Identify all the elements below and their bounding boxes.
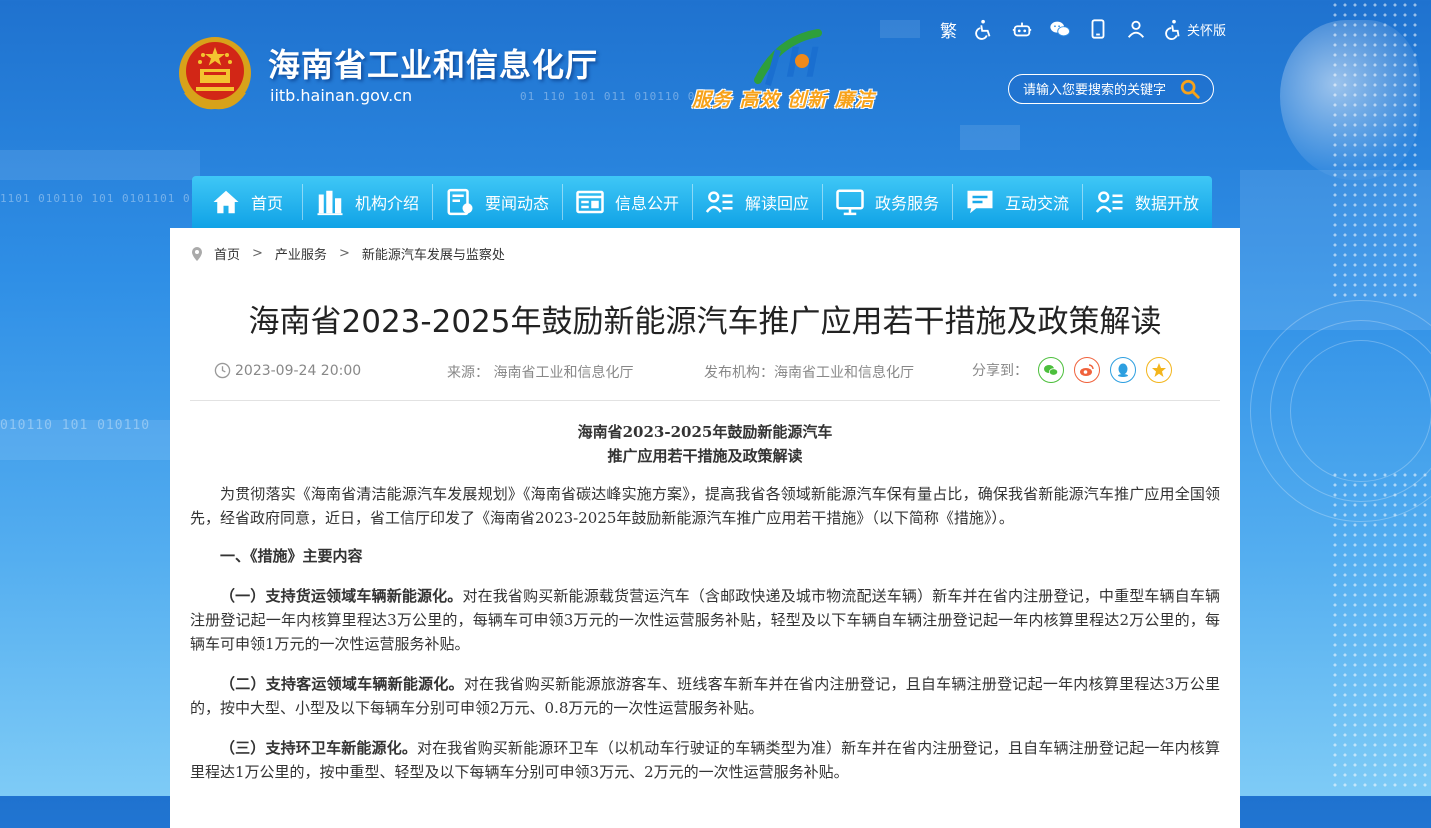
nav-interpretation-label: 解读回应 bbox=[744, 194, 809, 213]
nav-gov-services[interactable]: 政务服务 bbox=[822, 176, 952, 228]
breadcrumb-separator: > bbox=[338, 246, 350, 261]
chat-icon bbox=[967, 190, 993, 214]
wechat-icon bbox=[1044, 365, 1059, 376]
robot-icon[interactable] bbox=[1011, 18, 1033, 40]
publisher-label: 发布机构： bbox=[704, 365, 774, 381]
nav-data-open[interactable]: 数据开放 bbox=[1082, 176, 1212, 228]
nav-news-label: 要闻动态 bbox=[484, 194, 549, 213]
nav-home[interactable]: 首页 bbox=[192, 176, 302, 228]
data-icon bbox=[1095, 191, 1123, 213]
traditional-chinese-toggle[interactable]: 繁 bbox=[940, 17, 957, 42]
monitor-icon bbox=[836, 189, 864, 216]
breadcrumb-current-dept[interactable]: 新能源汽车发展与监察处 bbox=[362, 244, 505, 263]
share-bar: 分享到： bbox=[972, 357, 1172, 383]
measure-paragraph-2: （二）支持客运领域车辆新能源化。对在我省购买新能源旅游客车、班线客车新车并在省内… bbox=[190, 672, 1220, 720]
share-qzone-button[interactable] bbox=[1146, 357, 1172, 383]
wechat-icon[interactable] bbox=[1049, 18, 1071, 40]
measure-3-heading: （三）支持环卫车新能源化。 bbox=[220, 739, 417, 757]
measure-2-heading: （二）支持客运领域车辆新能源化。 bbox=[220, 675, 464, 693]
share-label: 分享到： bbox=[972, 363, 1028, 379]
publisher-value: 海南省工业和信息化厅 bbox=[774, 365, 914, 381]
nav-home-label: 首页 bbox=[250, 194, 283, 213]
info-icon bbox=[576, 190, 604, 214]
news-icon bbox=[447, 188, 473, 216]
breadcrumb-home[interactable]: 首页 bbox=[214, 244, 240, 263]
nav-interaction-label: 互动交流 bbox=[1004, 194, 1069, 213]
main-navigation: 首页 机构介绍 要闻动态 信息公开 解读回应 政务服务 互动交流 数据开放 bbox=[192, 176, 1212, 228]
nav-organization-label: 机构介绍 bbox=[354, 194, 419, 213]
search-icon[interactable] bbox=[1179, 78, 1201, 100]
nav-gov-services-label: 政务服务 bbox=[874, 194, 939, 213]
care-mode-icon bbox=[1165, 19, 1180, 40]
breadcrumb-industry-services[interactable]: 产业服务 bbox=[275, 244, 327, 263]
article-title: 海南省2023-2025年鼓励新能源汽车推广应用若干措施及政策解读 bbox=[248, 304, 1162, 340]
department-slogan: 服务 高效 创新 廉洁 bbox=[692, 89, 875, 111]
top-utility-bar: 繁 关怀版 bbox=[940, 16, 1242, 42]
measure-1-heading: （一）支持货运领域车辆新能源化。 bbox=[220, 587, 463, 605]
source-label: 来源： bbox=[447, 365, 489, 381]
interpret-icon bbox=[705, 191, 733, 213]
article-body: 海南省2023-2025年鼓励新能源汽车 推广应用若干措施及政策解读 为贯彻落实… bbox=[190, 420, 1220, 784]
article-subtitle-line1: 海南省2023-2025年鼓励新能源汽车 bbox=[577, 423, 833, 441]
clock-icon bbox=[214, 362, 231, 379]
search-box bbox=[1008, 74, 1214, 104]
publish-date-value: 2023-09-24 20:00 bbox=[235, 362, 362, 379]
mobile-icon[interactable] bbox=[1087, 18, 1109, 40]
article-meta: 2023-09-24 20:00 来源： 海南省工业和信息化厅 发布机构： 海南… bbox=[214, 357, 1174, 386]
share-wechat-button[interactable] bbox=[1038, 357, 1064, 383]
nav-data-open-label: 数据开放 bbox=[1134, 194, 1199, 213]
weibo-icon bbox=[1080, 364, 1094, 376]
location-pin-icon bbox=[192, 246, 202, 261]
nav-interpretation[interactable]: 解读回应 bbox=[692, 176, 822, 228]
share-weibo-button[interactable] bbox=[1074, 357, 1100, 383]
home-icon bbox=[213, 190, 239, 214]
source-value: 海南省工业和信息化厅 bbox=[493, 365, 634, 381]
nav-interaction[interactable]: 互动交流 bbox=[952, 176, 1082, 228]
measure-paragraph-3: （三）支持环卫车新能源化。对在我省购买新能源环卫车（以机动车行驶证的车辆类型为准… bbox=[190, 736, 1220, 784]
breadcrumb: 首页 > 产业服务 > 新能源汽车发展与监察处 bbox=[190, 244, 505, 263]
accessibility-icon[interactable] bbox=[973, 18, 995, 40]
article-subtitle-line2: 推广应用若干措施及政策解读 bbox=[607, 447, 803, 465]
share-qq-button[interactable] bbox=[1110, 357, 1136, 383]
publish-date: 2023-09-24 20:00 bbox=[214, 362, 361, 379]
nav-info-disclosure[interactable]: 信息公开 bbox=[562, 176, 692, 228]
qzone-star-icon bbox=[1152, 363, 1166, 377]
meta-divider bbox=[190, 400, 1220, 401]
user-icon[interactable] bbox=[1125, 18, 1147, 40]
qq-icon bbox=[1118, 363, 1128, 377]
site-title: 海南省工业和信息化厅 bbox=[268, 46, 599, 84]
care-mode-label: 关怀版 bbox=[1187, 23, 1227, 39]
measure-paragraph-1: （一）支持货运领域车辆新能源化。对在我省购买新能源载货营运汽车（含邮政快递及城市… bbox=[190, 584, 1220, 656]
nav-organization[interactable]: 机构介绍 bbox=[302, 176, 432, 228]
breadcrumb-separator: > bbox=[252, 246, 263, 261]
search-input[interactable] bbox=[1021, 80, 1175, 98]
nav-news[interactable]: 要闻动态 bbox=[432, 176, 562, 228]
intro-paragraph: 为贯彻落实《海南省清洁能源汽车发展规划》《海南省碳达峰实施方案》，提高我省各领域… bbox=[190, 485, 1220, 527]
section-heading-1: 一、《措施》主要内容 bbox=[220, 547, 363, 565]
article-source: 来源： 海南省工业和信息化厅 bbox=[447, 362, 633, 382]
article-publisher: 发布机构： 海南省工业和信息化厅 bbox=[704, 362, 914, 382]
care-mode-button[interactable]: 关怀版 bbox=[1163, 18, 1226, 40]
site-domain: iitb.hainan.gov.cn bbox=[270, 86, 413, 105]
national-emblem-logo bbox=[176, 35, 254, 115]
building-icon bbox=[317, 190, 343, 216]
article-card: 首页 > 产业服务 > 新能源汽车发展与监察处 海南省2023-2025年鼓励新… bbox=[170, 228, 1240, 828]
nav-info-disclosure-label: 信息公开 bbox=[614, 194, 679, 213]
